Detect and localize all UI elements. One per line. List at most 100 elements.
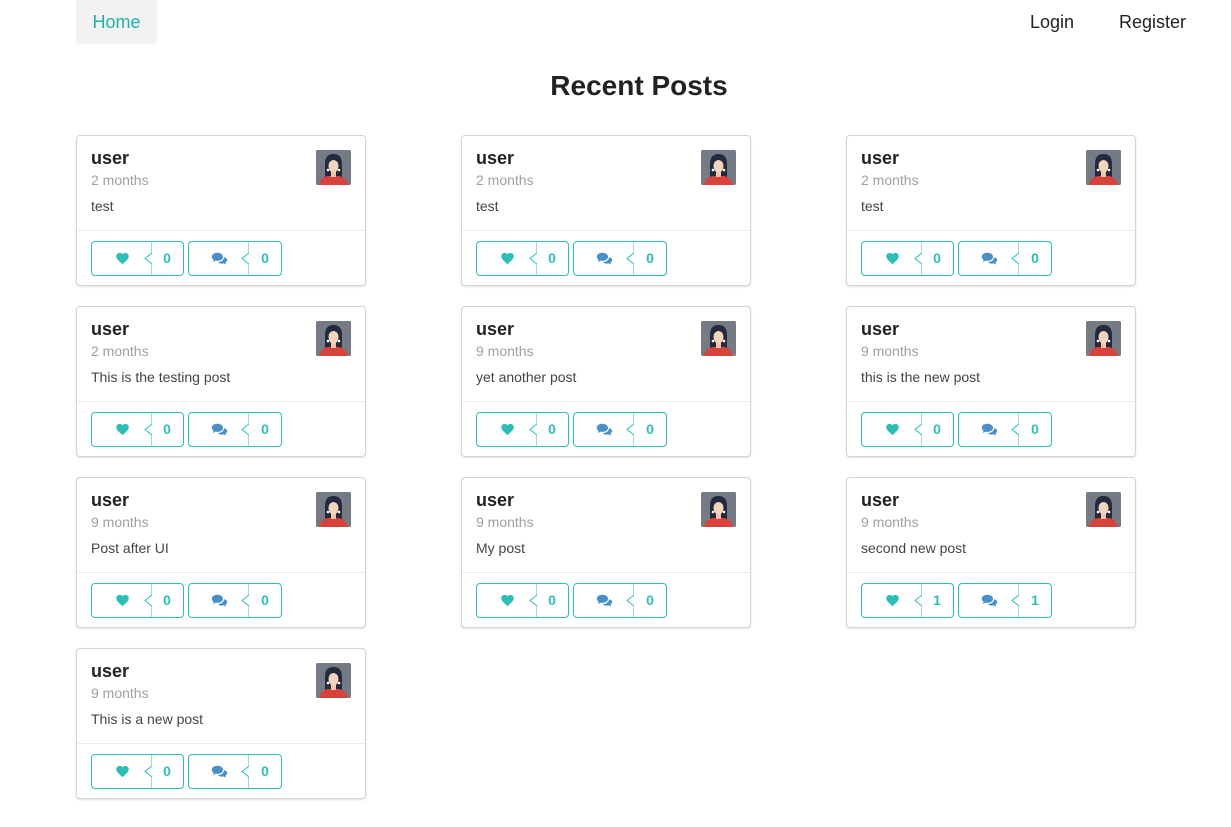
comment-count: 0	[646, 250, 654, 266]
post-author[interactable]: user	[91, 319, 129, 340]
comment-button[interactable]: 0	[188, 754, 282, 789]
avatar	[316, 321, 351, 356]
like-button[interactable]: 0	[476, 583, 569, 618]
avatar	[701, 150, 736, 185]
like-count: 0	[933, 421, 941, 437]
post-body: test	[861, 198, 884, 214]
like-count: 0	[163, 250, 171, 266]
post-author[interactable]: user	[476, 490, 514, 511]
heart-icon	[862, 413, 922, 446]
like-button[interactable]: 1	[861, 583, 954, 618]
like-button[interactable]: 0	[91, 583, 184, 618]
comment-button[interactable]: 0	[188, 583, 282, 618]
comments-icon	[189, 755, 249, 788]
like-count: 0	[548, 592, 556, 608]
post-author[interactable]: user	[861, 319, 899, 340]
post-body: test	[91, 198, 114, 214]
comments-icon	[959, 584, 1019, 617]
comments-icon	[574, 242, 634, 275]
heart-icon	[862, 584, 922, 617]
post-card: user 2 months test 0 0	[76, 135, 366, 286]
nav-home-link[interactable]: Home	[76, 0, 157, 44]
post-body: My post	[476, 540, 526, 556]
avatar	[1086, 150, 1121, 185]
post-card: user 9 months this is the new post 0 0	[846, 306, 1136, 457]
like-count: 0	[548, 250, 556, 266]
comments-icon	[189, 413, 249, 446]
heart-icon	[92, 242, 152, 275]
like-button[interactable]: 0	[476, 412, 569, 447]
post-body: Post after UI	[91, 540, 169, 556]
heart-icon	[92, 584, 152, 617]
post-card: user 2 months test 0 0	[846, 135, 1136, 286]
comment-button[interactable]: 0	[188, 241, 282, 276]
heart-icon	[477, 413, 537, 446]
post-author[interactable]: user	[91, 490, 129, 511]
post-time: 2 months	[861, 172, 919, 188]
avatar	[1086, 492, 1121, 527]
top-menu: Home Login Register	[0, 0, 1231, 44]
post-card: user 9 months yet another post 0 0	[461, 306, 751, 457]
like-button[interactable]: 0	[861, 412, 954, 447]
post-content: user 9 months this is the new post	[847, 307, 1135, 402]
heart-icon	[92, 755, 152, 788]
like-button[interactable]: 0	[91, 412, 184, 447]
nav-login-link[interactable]: Login	[1014, 0, 1090, 44]
comment-count: 0	[646, 592, 654, 608]
post-time: 9 months	[861, 343, 919, 359]
post-time: 9 months	[476, 514, 534, 530]
comments-icon	[574, 584, 634, 617]
heart-icon	[477, 242, 537, 275]
comments-icon	[189, 584, 249, 617]
like-count: 0	[933, 250, 941, 266]
comment-count: 0	[261, 250, 269, 266]
comment-count: 1	[1031, 592, 1039, 608]
post-body: This is the testing post	[91, 369, 231, 385]
like-button[interactable]: 0	[91, 241, 184, 276]
comment-button[interactable]: 0	[573, 583, 667, 618]
post-time: 9 months	[91, 685, 149, 701]
post-body: second new post	[861, 540, 967, 556]
comment-count: 0	[261, 763, 269, 779]
post-body: yet another post	[476, 369, 577, 385]
comment-count: 0	[1031, 250, 1039, 266]
nav-register-link[interactable]: Register	[1105, 0, 1200, 44]
heart-icon	[862, 242, 922, 275]
post-time: 2 months	[91, 343, 149, 359]
post-author[interactable]: user	[476, 148, 514, 169]
post-card: user 2 months test 0 0	[461, 135, 751, 286]
comment-count: 0	[261, 421, 269, 437]
post-time: 9 months	[476, 343, 534, 359]
post-body: this is the new post	[861, 369, 981, 385]
comments-icon	[574, 413, 634, 446]
avatar	[1086, 321, 1121, 356]
post-time: 2 months	[91, 172, 149, 188]
post-content: user 2 months test	[77, 136, 365, 231]
post-content: user 9 months This is a new post	[77, 649, 365, 744]
avatar	[701, 321, 736, 356]
post-author[interactable]: user	[476, 319, 514, 340]
like-button[interactable]: 0	[91, 754, 184, 789]
post-card: user 9 months My post 0 0	[461, 477, 751, 628]
comment-button[interactable]: 0	[573, 412, 667, 447]
post-author[interactable]: user	[861, 490, 899, 511]
comment-button[interactable]: 0	[188, 412, 282, 447]
like-count: 1	[933, 592, 941, 608]
comment-button[interactable]: 0	[958, 412, 1052, 447]
like-button[interactable]: 0	[861, 241, 954, 276]
comment-button[interactable]: 0	[573, 241, 667, 276]
post-author[interactable]: user	[91, 661, 129, 682]
post-content: user 9 months My post	[462, 478, 750, 573]
post-author[interactable]: user	[91, 148, 129, 169]
avatar	[316, 663, 351, 698]
like-count: 0	[163, 763, 171, 779]
post-card: user 9 months Post after UI 0 0	[76, 477, 366, 628]
post-content: user 2 months test	[847, 136, 1135, 231]
comment-button[interactable]: 1	[958, 583, 1052, 618]
page-title: Recent Posts	[550, 70, 728, 101]
comment-button[interactable]: 0	[958, 241, 1052, 276]
like-button[interactable]: 0	[476, 241, 569, 276]
avatar	[316, 150, 351, 185]
post-author[interactable]: user	[861, 148, 899, 169]
post-content: user 9 months second new post	[847, 478, 1135, 573]
